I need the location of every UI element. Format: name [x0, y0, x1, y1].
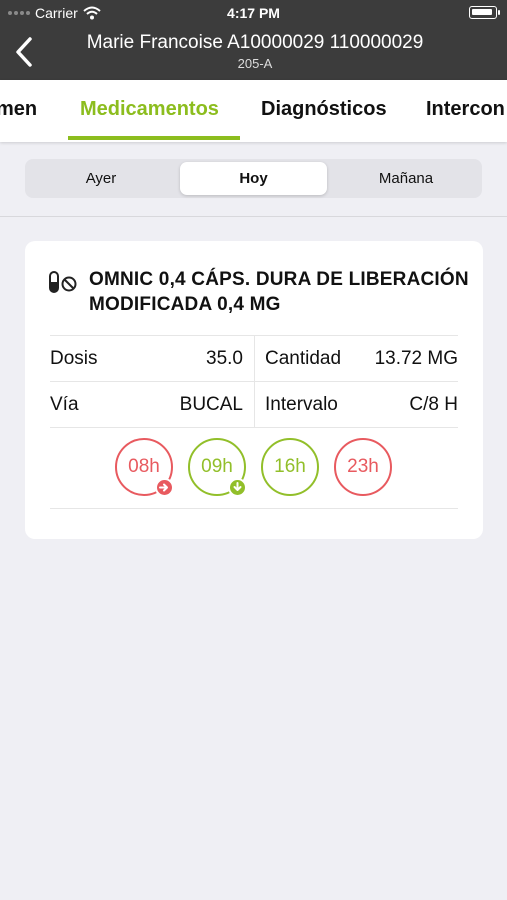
medication-name: OMNIC 0,4 CÁPS. DURA DE LIBERACIÓN MODIF… [89, 269, 469, 315]
arrow-down-icon [228, 478, 247, 497]
patient-name: Marie Francoise A10000029 110000029 [86, 32, 424, 53]
segment-manana[interactable]: Mañana [333, 162, 479, 195]
route-value: BUCAL [179, 394, 243, 415]
dose-time-label: 08h [128, 456, 160, 477]
dose-time-label: 23h [347, 456, 379, 477]
navigation-bar: Carrier 4:17 PM Marie Francoise A1000002… [0, 0, 507, 80]
divider [50, 508, 458, 509]
dose-time-button[interactable]: 23h [334, 438, 392, 496]
dose-value: 35.0 [206, 348, 243, 369]
divider [50, 381, 458, 382]
battery-icon [469, 6, 500, 19]
status-time: 4:17 PM [227, 5, 280, 21]
dose-time-button[interactable]: 09h [188, 438, 247, 497]
divider [50, 427, 458, 428]
medication-suspended-icon [49, 271, 77, 293]
dose-time-button[interactable]: 16h [261, 438, 319, 496]
tab-interconsultas[interactable]: Intercon [426, 98, 505, 121]
status-bar: Carrier 4:17 PM [0, 0, 507, 26]
interval-value: C/8 H [409, 394, 458, 415]
segment-hoy[interactable]: Hoy [180, 162, 327, 195]
room-number: 205-A [237, 56, 273, 71]
dose-time-button[interactable]: 08h [115, 438, 174, 497]
dose-label: Dosis [50, 348, 98, 369]
tab-resumen[interactable]: men [0, 98, 37, 121]
tab-diagnosticos[interactable]: Diagnósticos [261, 98, 387, 121]
day-segmented-control: Ayer Hoy Mañana [25, 159, 482, 198]
dose-time-label: 16h [274, 456, 306, 477]
arrow-right-icon [155, 478, 174, 497]
divider [0, 216, 507, 217]
interval-label: Intervalo [265, 394, 338, 415]
route-label: Vía [50, 394, 79, 415]
quantity-label: Cantidad [265, 348, 342, 369]
dose-time-label: 09h [201, 456, 233, 477]
medication-card[interactable]: OMNIC 0,4 CÁPS. DURA DE LIBERACIÓN MODIF… [25, 241, 483, 539]
segment-ayer[interactable]: Ayer [28, 162, 174, 195]
back-chevron-icon[interactable] [10, 34, 40, 70]
quantity-value: 13.72 MG [374, 348, 458, 369]
tab-medicamentos[interactable]: Medicamentos [80, 98, 219, 121]
active-tab-indicator [68, 136, 240, 140]
tab-bar: men Medicamentos Diagnósticos Intercon [0, 80, 507, 142]
